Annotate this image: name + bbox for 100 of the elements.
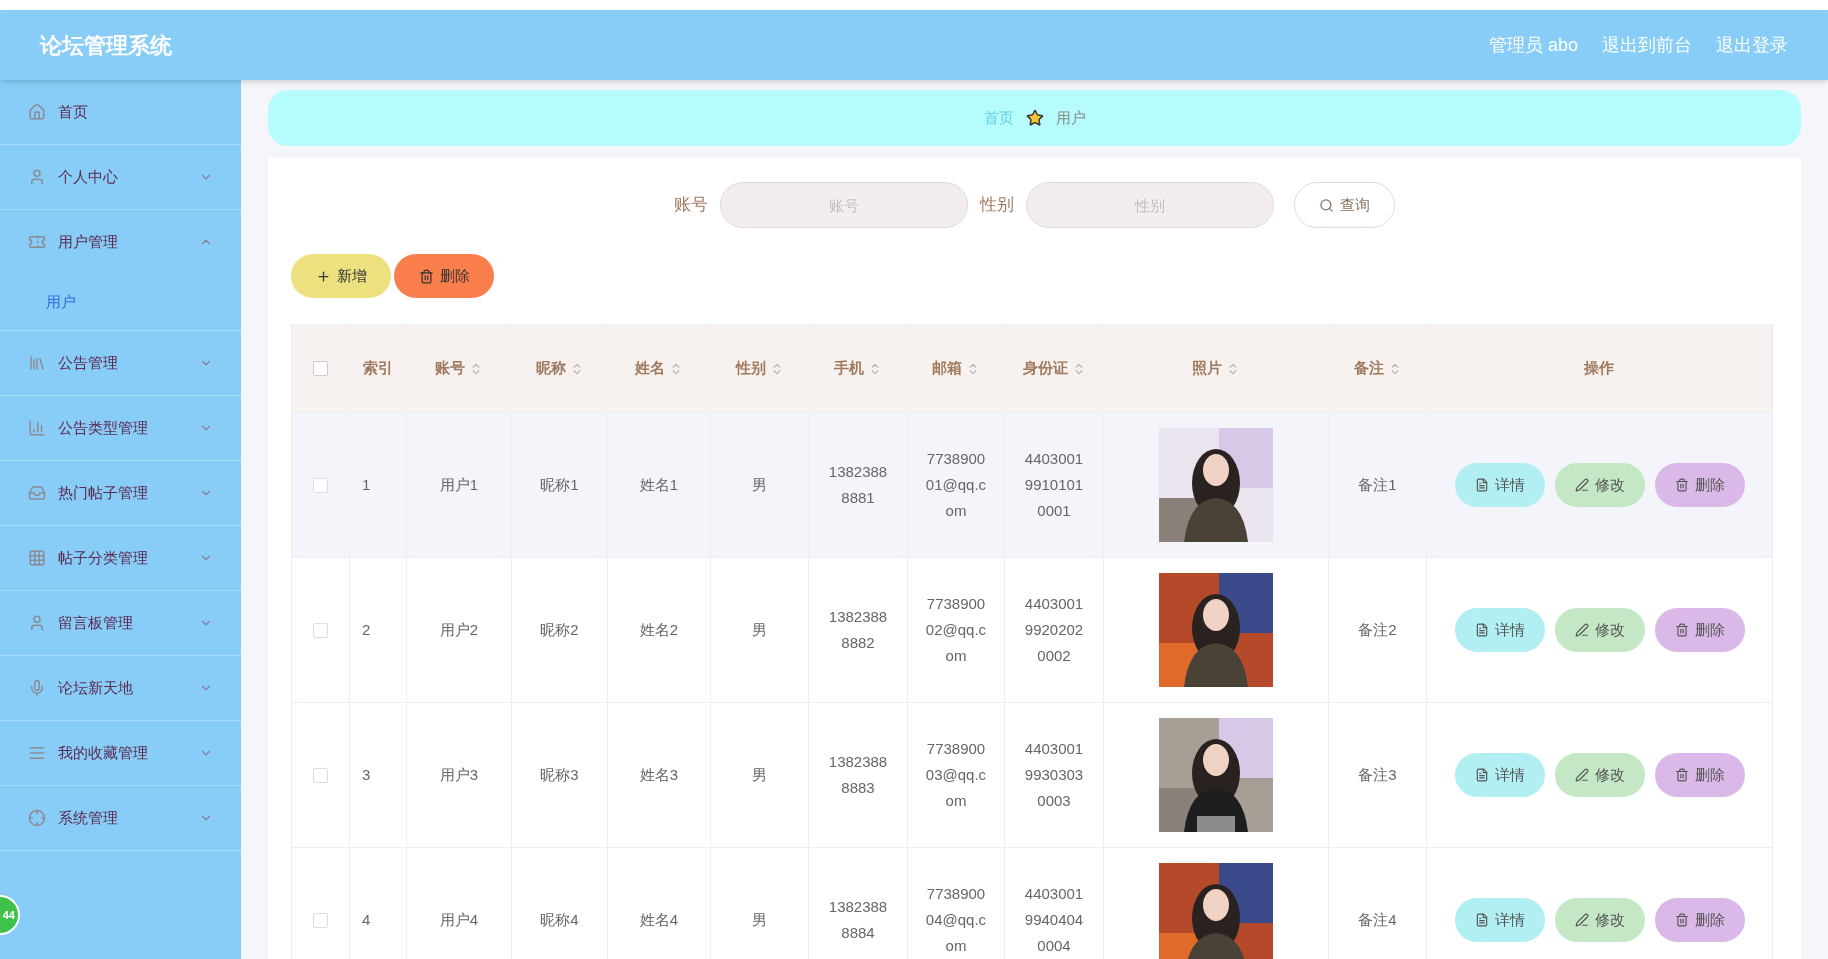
books-icon bbox=[28, 354, 46, 372]
table-cell-text: 773890004@qq.com bbox=[924, 884, 988, 956]
column-header[interactable]: 照片 bbox=[1192, 357, 1240, 380]
table-cell-text: 4 bbox=[362, 909, 371, 930]
pen-icon bbox=[1574, 913, 1589, 927]
table-row[interactable]: 1 用户1 昵称1 姓名1 男 13823888881 773890001@qq.com 440300199101010001 备注1 详情 修改 删除 bbox=[292, 413, 1772, 558]
trash-icon bbox=[418, 268, 434, 284]
star-icon bbox=[1025, 109, 1044, 127]
detail-button[interactable]: 详情 bbox=[1454, 463, 1545, 507]
person-icon bbox=[28, 168, 46, 186]
table-cell-text: 2 bbox=[362, 619, 371, 640]
table-cell-text: 昵称1 bbox=[540, 474, 579, 495]
edit-button[interactable]: 修改 bbox=[1554, 753, 1645, 797]
column-header[interactable]: 身份证 bbox=[1022, 357, 1086, 380]
sidebar-item[interactable]: 论坛新天地 bbox=[0, 656, 241, 720]
column-header: 索引 bbox=[363, 358, 393, 379]
column-header[interactable]: 昵称 bbox=[535, 357, 584, 380]
trash-icon bbox=[1674, 913, 1689, 927]
select-all-checkbox[interactable] bbox=[313, 361, 328, 376]
table-cell-text: 用户3 bbox=[439, 764, 479, 785]
search-icon bbox=[1319, 197, 1334, 213]
table-cell-text: 用户4 bbox=[439, 909, 479, 930]
table-cell-text: 773890003@qq.com bbox=[924, 739, 988, 811]
row-checkbox[interactable] bbox=[313, 622, 328, 638]
trash-icon bbox=[1674, 623, 1689, 637]
sidebar-item[interactable]: 首页 bbox=[0, 80, 241, 144]
document-icon bbox=[1474, 623, 1489, 637]
document-icon bbox=[1474, 478, 1489, 492]
crosshair-icon bbox=[28, 809, 46, 827]
table-cell-text: 姓名1 bbox=[639, 474, 679, 495]
table-cell-text: 440300199101010001 bbox=[1023, 449, 1085, 521]
breadcrumb-current: 用户 bbox=[1055, 107, 1086, 128]
trash-icon bbox=[1674, 478, 1689, 492]
table-cell-text: 男 bbox=[752, 764, 767, 785]
table-cell-text: 440300199404040004 bbox=[1023, 884, 1085, 956]
table-cell-text: 姓名2 bbox=[639, 619, 679, 640]
app-title: 论坛管理系统 bbox=[40, 31, 172, 60]
edit-button[interactable]: 修改 bbox=[1554, 898, 1645, 942]
delete-button[interactable]: 删除 bbox=[1654, 608, 1745, 652]
detail-button[interactable]: 详情 bbox=[1454, 898, 1545, 942]
delete-button[interactable]: 删除 bbox=[1654, 463, 1745, 507]
table-row[interactable]: 2 用户2 昵称2 姓名2 男 13823888882 773890002@qq.com 440300199202020002 备注2 详情 修改 删除 bbox=[292, 558, 1772, 703]
detail-button[interactable]: 详情 bbox=[1454, 608, 1545, 652]
table-cell-text: 昵称3 bbox=[540, 764, 579, 785]
table-row[interactable]: 3 用户3 昵称3 姓名3 男 13823888883 773890003@qq.com 440300199303030003 备注3 详情 修改 删除 bbox=[292, 703, 1772, 848]
row-checkbox[interactable] bbox=[313, 477, 328, 493]
sidebar-item[interactable]: 系统管理 bbox=[0, 786, 241, 850]
sidebar-item[interactable]: 我的收藏管理 bbox=[0, 721, 241, 785]
delete-button[interactable]: 删除 bbox=[1654, 753, 1745, 797]
table-cell-text: 13823888881 bbox=[827, 462, 889, 508]
add-button[interactable]: 新增 bbox=[291, 254, 391, 298]
sidebar-item[interactable]: 公告管理 bbox=[0, 331, 241, 395]
pen-icon bbox=[1574, 623, 1589, 637]
delete-button[interactable]: 删除 bbox=[1654, 898, 1745, 942]
tray-icon bbox=[28, 484, 46, 502]
table-cell-text: 13823888884 bbox=[827, 897, 889, 943]
column-header[interactable]: 账号 bbox=[435, 357, 483, 380]
table-cell-text: 姓名4 bbox=[639, 909, 679, 930]
edit-button[interactable]: 修改 bbox=[1554, 463, 1645, 507]
edit-button[interactable]: 修改 bbox=[1554, 608, 1645, 652]
pen-icon bbox=[1574, 478, 1589, 492]
row-checkbox[interactable] bbox=[313, 767, 328, 783]
table-cell-text: 昵称2 bbox=[540, 619, 579, 640]
table-cell-text: 备注3 bbox=[1358, 764, 1397, 785]
home-icon bbox=[28, 103, 46, 121]
sidebar-item[interactable]: 公告类型管理 bbox=[0, 396, 241, 460]
plus-icon bbox=[315, 268, 331, 284]
table-cell-text: 男 bbox=[752, 474, 767, 495]
sidebar-item[interactable]: 用户管理 bbox=[0, 210, 241, 274]
field-label: 账号 bbox=[674, 194, 708, 217]
table-cell-text: 备注2 bbox=[1358, 619, 1397, 640]
column-header[interactable]: 备注 bbox=[1353, 357, 1402, 380]
column-header[interactable]: 姓名 bbox=[635, 357, 683, 380]
sidebar-item[interactable]: 留言板管理 bbox=[0, 591, 241, 655]
ticket-icon bbox=[28, 233, 46, 251]
trash-icon bbox=[1674, 768, 1689, 782]
column-header[interactable]: 邮箱 bbox=[932, 357, 980, 380]
table-cell-text: 昵称4 bbox=[540, 909, 579, 930]
sidebar-item[interactable]: 帖子分类管理 bbox=[0, 526, 241, 590]
delete-button[interactable]: 删除 bbox=[394, 254, 494, 298]
column-header[interactable]: 性别 bbox=[735, 357, 784, 380]
table-cell-text: 773890002@qq.com bbox=[924, 594, 988, 666]
table-cell-text: 备注1 bbox=[1358, 474, 1397, 495]
table-cell-text: 男 bbox=[752, 909, 767, 930]
field-label: 性别 bbox=[980, 194, 1014, 217]
grid-icon bbox=[28, 549, 46, 567]
list-icon bbox=[28, 744, 46, 762]
column-header[interactable]: 手机 bbox=[834, 357, 882, 380]
detail-button[interactable]: 详情 bbox=[1454, 753, 1545, 797]
table-cell-text: 1 bbox=[362, 474, 371, 495]
sidebar-item[interactable]: 个人中心 bbox=[0, 145, 241, 209]
table-cell-text: 13823888883 bbox=[827, 752, 889, 798]
table-cell-text: 男 bbox=[752, 619, 767, 640]
table-cell-text: 773890001@qq.com bbox=[924, 449, 988, 521]
sidebar-item[interactable]: 热门帖子管理 bbox=[0, 461, 241, 525]
search-button[interactable]: 查询 bbox=[1294, 182, 1395, 228]
table-cell-text: 440300199303030003 bbox=[1023, 739, 1085, 811]
person-icon bbox=[28, 614, 46, 632]
row-checkbox[interactable] bbox=[313, 912, 328, 928]
table-cell-text: 用户2 bbox=[439, 619, 479, 640]
